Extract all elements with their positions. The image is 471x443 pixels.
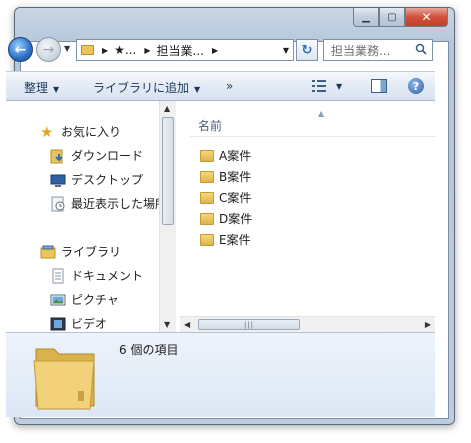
file-item-e[interactable]: E案件 (200, 231, 251, 248)
folder-icon (200, 170, 214, 183)
file-item-a[interactable]: A案件 (200, 147, 251, 164)
nav-item-downloads[interactable]: ダウンロード (50, 147, 143, 164)
nav-item-recent-places[interactable]: 最近表示した場所 (50, 195, 166, 212)
nav-libraries-label: ライブラリ (61, 245, 122, 259)
details-pane: 6 個の項目 (6, 332, 435, 417)
search-placeholder: 担当業務... (331, 43, 391, 58)
folder-icon (200, 191, 214, 204)
download-folder-icon (50, 149, 63, 163)
search-icon[interactable] (415, 43, 427, 55)
document-icon (52, 268, 64, 283)
refresh-button[interactable]: ↻ (296, 39, 318, 61)
close-button[interactable]: ✕ (405, 8, 448, 27)
item-count: 6 個の項目 (119, 343, 179, 357)
navigation-bar: ← → ▼ ▶ ★... ▶ 担当業... ▶ ▼ ↻ 担当業務... (8, 36, 435, 64)
nav-item-videos[interactable]: ビデオ (50, 315, 107, 332)
back-button[interactable]: ← (8, 37, 33, 62)
navigation-scrollbar[interactable]: ▲ ▼ (159, 101, 176, 332)
forward-button[interactable]: → (36, 37, 61, 62)
nav-favorites[interactable]: ★ お気に入り (40, 123, 121, 140)
nav-item-label: ドキュメント (71, 269, 144, 283)
scroll-up-icon[interactable]: ▲ (164, 104, 170, 113)
folder-icon (33, 348, 95, 410)
video-icon (50, 317, 66, 330)
breadcrumb-segment-folder[interactable]: 担当業... (157, 42, 204, 59)
back-arrow-icon: ← (14, 41, 27, 58)
history-dropdown-icon[interactable]: ▼ (64, 44, 70, 53)
file-item-label: A案件 (219, 149, 252, 163)
nav-item-label: ダウンロード (71, 149, 144, 163)
chevron-down-icon: ▼ (53, 85, 60, 94)
file-item-c[interactable]: C案件 (200, 189, 251, 206)
file-item-label: C案件 (219, 191, 252, 205)
breadcrumb-arrow-icon[interactable]: ▶ (102, 46, 108, 55)
scroll-down-icon[interactable]: ▼ (164, 320, 170, 329)
column-divider (190, 136, 435, 137)
organize-button[interactable]: 整理 ▼ (24, 79, 59, 96)
nav-item-label: デスクトップ (71, 173, 144, 187)
nav-item-label: ピクチャ (71, 293, 119, 307)
file-item-label: D案件 (219, 212, 253, 226)
breadcrumb-arrow-icon[interactable]: ▶ (212, 46, 218, 55)
forward-arrow-icon: → (42, 41, 55, 58)
nav-libraries[interactable]: ライブラリ (40, 243, 121, 260)
nav-item-pictures[interactable]: ピクチャ (50, 291, 119, 308)
more-commands-button[interactable]: » (226, 79, 233, 93)
file-item-label: E案件 (219, 233, 251, 247)
navigation-pane: ★ お気に入り ダウンロード デスクトップ 最近表示した場所 ライブラリ ドキュ… (6, 101, 166, 332)
refresh-icon: ↻ (301, 42, 313, 58)
star-icon: ★ (40, 122, 54, 141)
recent-places-icon (51, 196, 65, 211)
file-list-pane: ▲ 名前 A案件 B案件 C案件 D案件 E案件 (180, 101, 435, 332)
view-dropdown-icon[interactable]: ▼ (336, 82, 342, 91)
file-list-horizontal-scrollbar[interactable]: ◀ ||| ▶ (180, 316, 435, 332)
nav-favorites-label: お気に入り (61, 125, 122, 139)
scrollbar-thumb[interactable]: ||| (198, 319, 300, 330)
nav-item-label: 最近表示した場所 (71, 197, 166, 211)
nav-item-label: ビデオ (71, 317, 108, 331)
address-bar[interactable]: ▶ ★... ▶ 担当業... ▶ ▼ (76, 39, 294, 61)
organize-label: 整理 (24, 81, 49, 95)
scroll-right-icon[interactable]: ▶ (425, 320, 431, 329)
include-library-button[interactable]: ライブラリに追加 ▼ (93, 79, 200, 96)
scrollbar-thumb[interactable] (162, 117, 174, 225)
caption-buttons: ▁ ▢ ✕ (353, 8, 448, 28)
include-library-label: ライブラリに追加 (93, 81, 190, 95)
command-bar: 整理 ▼ ライブラリに追加 ▼ » ▼ ? (6, 71, 435, 101)
column-header-name[interactable]: 名前 (198, 117, 222, 134)
search-input[interactable]: 担当業務... (323, 39, 433, 61)
view-options-icon[interactable] (312, 80, 326, 92)
breadcrumb-segment-star[interactable]: ★... (114, 43, 136, 57)
preview-pane-icon[interactable] (371, 79, 387, 93)
help-icon[interactable]: ? (408, 78, 424, 94)
nav-item-desktop[interactable]: デスクトップ (50, 171, 143, 188)
pictures-icon (50, 294, 66, 305)
nav-item-documents[interactable]: ドキュメント (50, 267, 143, 284)
file-item-b[interactable]: B案件 (200, 168, 251, 185)
folder-icon (81, 45, 94, 55)
file-item-label: B案件 (219, 170, 252, 184)
folder-icon (200, 233, 214, 246)
minimize-button[interactable]: ▁ (353, 8, 379, 27)
maximize-button[interactable]: ▢ (379, 8, 405, 27)
folder-icon (200, 212, 214, 225)
address-dropdown-icon[interactable]: ▼ (283, 46, 289, 55)
scroll-left-icon[interactable]: ◀ (184, 320, 190, 329)
chevron-down-icon: ▼ (194, 85, 201, 94)
desktop-icon (50, 174, 66, 187)
file-item-d[interactable]: D案件 (200, 210, 252, 227)
sort-ascending-icon: ▲ (318, 109, 325, 118)
breadcrumb-arrow-icon[interactable]: ▶ (144, 46, 150, 55)
folder-icon (200, 149, 214, 162)
library-icon (40, 245, 56, 258)
